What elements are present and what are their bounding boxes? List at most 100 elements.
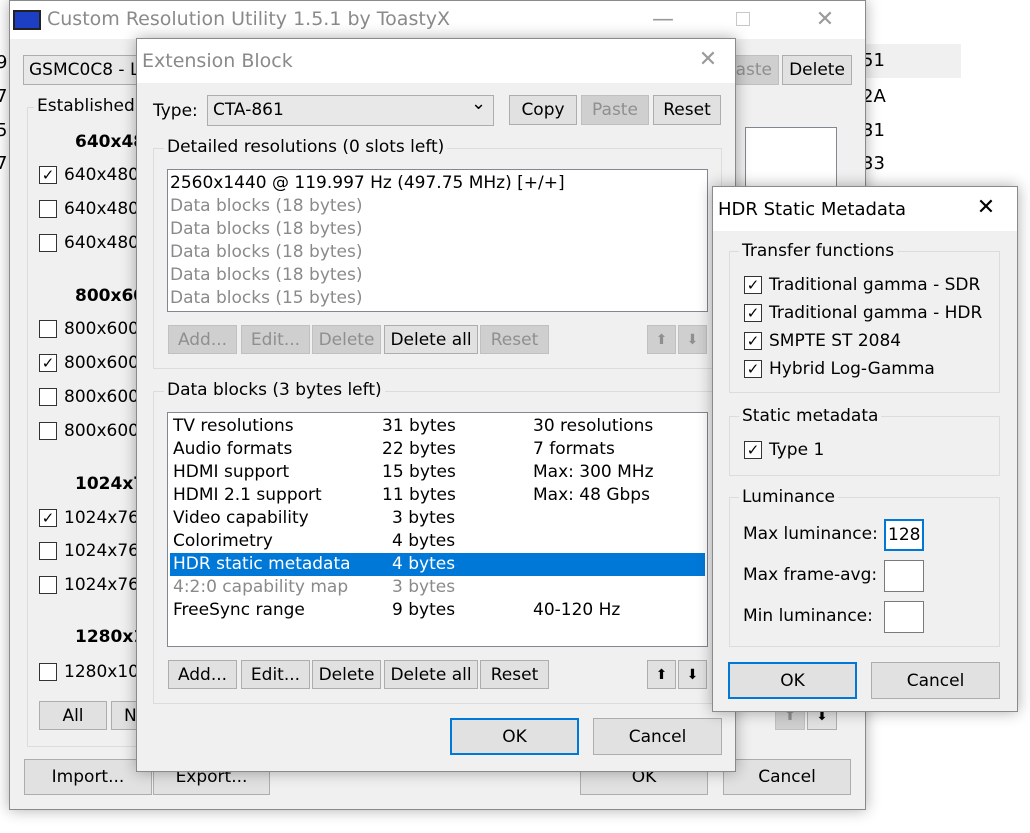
type-select[interactable]: CTA-861 ⌄: [207, 93, 494, 126]
cancel-button[interactable]: Cancel: [723, 759, 851, 795]
bg-text: 5: [0, 120, 8, 141]
reset-blocks-button[interactable]: Reset: [480, 660, 549, 689]
block-info: Max: 300 MHz: [533, 462, 654, 482]
copy-button[interactable]: Copy: [509, 95, 577, 125]
checkbox[interactable]: ✓: [744, 276, 762, 294]
checkbox[interactable]: [39, 422, 57, 440]
table-row[interactable]: Colorimetry 4 bytes: [170, 530, 705, 553]
static-title: Static metadata: [739, 406, 882, 426]
delete-button[interactable]: Delete: [782, 55, 852, 85]
checkmark-icon: ✓: [41, 166, 55, 184]
block-name: HDMI 2.1 support: [173, 485, 322, 505]
ok-button[interactable]: OK: [728, 662, 857, 699]
block-info: 30 resolutions: [533, 416, 654, 436]
detailed-list[interactable]: 2560x1440 @ 119.997 Hz (497.75 MHz) [+/+…: [167, 169, 708, 312]
table-row-selected[interactable]: HDR static metadata 4 bytes: [170, 553, 705, 576]
move-down-button[interactable]: ⬇: [678, 660, 707, 689]
ok-button[interactable]: OK: [450, 718, 579, 755]
block-size: 3 bytes: [392, 577, 456, 597]
close-icon[interactable]: ✕: [812, 9, 838, 31]
checkbox[interactable]: ✓: [744, 304, 762, 322]
checkbox[interactable]: [39, 320, 57, 338]
table-row[interactable]: Audio formats 22 bytes 7 formats: [170, 438, 705, 461]
max-luminance-input[interactable]: 128: [884, 519, 924, 551]
close-icon[interactable]: ✕: [973, 197, 999, 219]
maximize-icon[interactable]: [736, 12, 750, 26]
checkbox[interactable]: [39, 542, 57, 560]
table-row[interactable]: HDMI support 15 bytes Max: 300 MHz: [170, 461, 705, 484]
list-item[interactable]: 2560x1440 @ 119.997 Hz (497.75 MHz) [+/+…: [170, 172, 705, 195]
import-button[interactable]: Import...: [24, 759, 152, 795]
checkbox[interactable]: ✓: [744, 332, 762, 350]
block-info: 40-120 Hz: [533, 600, 621, 620]
checkbox-label: 800x600: [64, 421, 139, 441]
transfer-title: Transfer functions: [739, 241, 898, 261]
checkbox-label: Type 1: [769, 440, 825, 460]
block-name: Colorimetry: [173, 531, 273, 551]
checkbox[interactable]: ✓: [39, 166, 57, 184]
max-luminance-label: Max luminance:: [743, 524, 878, 544]
checkmark-icon: ✓: [746, 276, 760, 294]
minimize-icon[interactable]: —: [650, 9, 676, 31]
move-up-button[interactable]: ⬆: [647, 325, 676, 354]
list-item[interactable]: Data blocks (18 bytes): [170, 218, 705, 241]
bg-text: 7: [0, 86, 8, 107]
table-row[interactable]: FreeSync range 9 bytes 40-120 Hz: [170, 599, 705, 622]
monitor-select[interactable]: GSMC0C8 - L: [23, 55, 153, 85]
delete-detailed-button[interactable]: Delete: [312, 325, 381, 354]
add-detailed-button[interactable]: Add...: [168, 325, 237, 354]
checkbox[interactable]: [39, 388, 57, 406]
min-luminance-input[interactable]: [884, 601, 924, 633]
checkbox[interactable]: [39, 576, 57, 594]
delete-all-blocks-button[interactable]: Delete all: [384, 660, 478, 689]
table-row[interactable]: HDMI 2.1 support 11 bytes Max: 48 Gbps: [170, 484, 705, 507]
checkbox[interactable]: ✓: [39, 354, 57, 372]
chevron-down-icon: ⌄: [471, 93, 487, 114]
data-blocks-list[interactable]: TV resolutions 31 bytes 30 resolutions Aud…: [167, 412, 708, 647]
close-icon[interactable]: ✕: [695, 49, 721, 71]
checkbox[interactable]: [39, 663, 57, 681]
delete-block-button[interactable]: Delete: [312, 660, 381, 689]
list-item[interactable]: Data blocks (18 bytes): [170, 241, 705, 264]
reset-detailed-button[interactable]: Reset: [480, 325, 549, 354]
block-name: HDR static metadata: [173, 554, 351, 574]
checkmark-icon: ✓: [746, 304, 760, 322]
move-up-button[interactable]: ⬆: [647, 660, 676, 689]
table-row[interactable]: Video capability 3 bytes: [170, 507, 705, 530]
edit-detailed-button[interactable]: Edit...: [241, 325, 310, 354]
edit-block-button[interactable]: Edit...: [241, 660, 310, 689]
group-heading: 1280x1: [75, 627, 146, 647]
main-titlebar: Custom Resolution Utility 1.5.1 by Toast…: [10, 1, 865, 39]
delete-all-detailed-button[interactable]: Delete all: [384, 325, 478, 354]
list-item[interactable]: Data blocks (18 bytes): [170, 195, 705, 218]
list-item[interactable]: Data blocks (15 bytes): [170, 287, 705, 310]
checkbox-label: Hybrid Log-Gamma: [769, 359, 935, 379]
block-name: TV resolutions: [173, 416, 294, 436]
table-row[interactable]: TV resolutions 31 bytes 30 resolutions: [170, 415, 705, 438]
checkbox[interactable]: ✓: [744, 441, 762, 459]
ext-title: Extension Block: [142, 50, 293, 72]
list-item[interactable]: Data blocks (18 bytes): [170, 264, 705, 287]
add-block-button[interactable]: Add...: [168, 660, 237, 689]
paste-button[interactable]: Paste: [581, 95, 649, 125]
cancel-button[interactable]: Cancel: [593, 718, 722, 755]
cancel-button[interactable]: Cancel: [871, 662, 1000, 699]
checkbox-label: Traditional gamma - HDR: [769, 303, 983, 323]
app-monitor-icon: [13, 10, 41, 30]
luminance-title: Luminance: [739, 487, 839, 507]
checkmark-icon: ✓: [746, 441, 760, 459]
all-button[interactable]: All: [39, 701, 107, 730]
checkbox[interactable]: ✓: [39, 509, 57, 527]
move-down-button[interactable]: ⬇: [678, 325, 707, 354]
ext-titlebar: Extension Block ✕: [137, 39, 735, 83]
bg-text: 9: [0, 52, 8, 73]
checkbox-label: 800x600: [64, 319, 139, 339]
max-frame-avg-input[interactable]: [884, 560, 924, 592]
main-title: Custom Resolution Utility 1.5.1 by Toast…: [47, 8, 451, 30]
checkbox[interactable]: ✓: [744, 360, 762, 378]
reset-button[interactable]: Reset: [653, 95, 721, 125]
table-row[interactable]: 4:2:0 capability map 3 bytes: [170, 576, 705, 599]
data-blocks-title: Data blocks (3 bytes left): [164, 380, 385, 400]
checkbox[interactable]: [39, 234, 57, 252]
checkbox[interactable]: [39, 200, 57, 218]
